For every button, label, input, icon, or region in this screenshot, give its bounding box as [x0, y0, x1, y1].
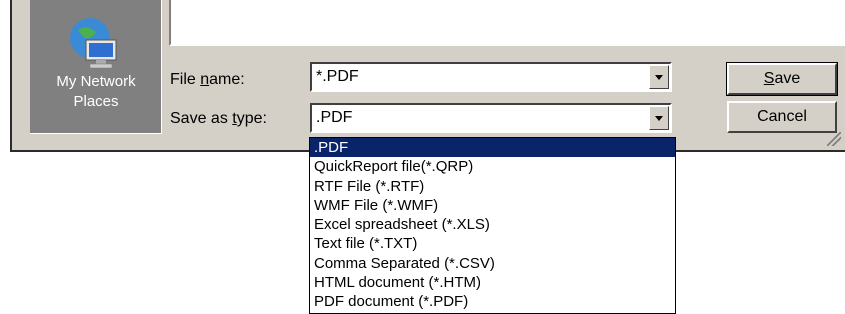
list-item[interactable]: RTF File (*.RTF): [310, 177, 675, 196]
list-item[interactable]: Excel spreadsheet (*.XLS): [310, 215, 675, 234]
save-as-type-dropdown-list[interactable]: .PDF QuickReport file(*.QRP) RTF File (*…: [309, 137, 676, 314]
list-item[interactable]: PDF document (*.PDF): [310, 292, 675, 311]
resize-grip[interactable]: [827, 132, 841, 146]
my-network-places-shortcut[interactable]: My Network Places: [30, 0, 162, 134]
save-as-type-value: .PDF: [316, 109, 353, 126]
file-name-combo[interactable]: *.PDF: [310, 62, 672, 92]
file-name-label: File name:: [170, 71, 245, 88]
save-button[interactable]: Save: [726, 62, 838, 96]
list-item[interactable]: .PDF: [310, 138, 675, 158]
list-item[interactable]: QuickReport file(*.QRP): [310, 157, 675, 176]
chevron-down-icon[interactable]: [649, 65, 669, 89]
list-item[interactable]: WMF File (*.WMF): [310, 196, 675, 215]
chevron-down-icon[interactable]: [649, 106, 669, 130]
file-name-value[interactable]: *.PDF: [316, 68, 359, 86]
network-computer-icon: [70, 18, 117, 69]
save-as-type-combo[interactable]: .PDF: [310, 103, 672, 133]
list-item[interactable]: Comma Separated (*.CSV): [310, 254, 675, 273]
list-item[interactable]: Text file (*.TXT): [310, 234, 675, 253]
places-label: My Network Places: [56, 73, 136, 110]
save-as-type-label: Save as type:: [170, 110, 267, 127]
list-item[interactable]: HTML document (*.HTM): [310, 273, 675, 292]
file-list-area[interactable]: [169, 0, 845, 46]
save-dialog: My Network Places File name: *.PDF Save …: [10, 0, 845, 152]
cancel-button[interactable]: Cancel: [727, 101, 837, 133]
